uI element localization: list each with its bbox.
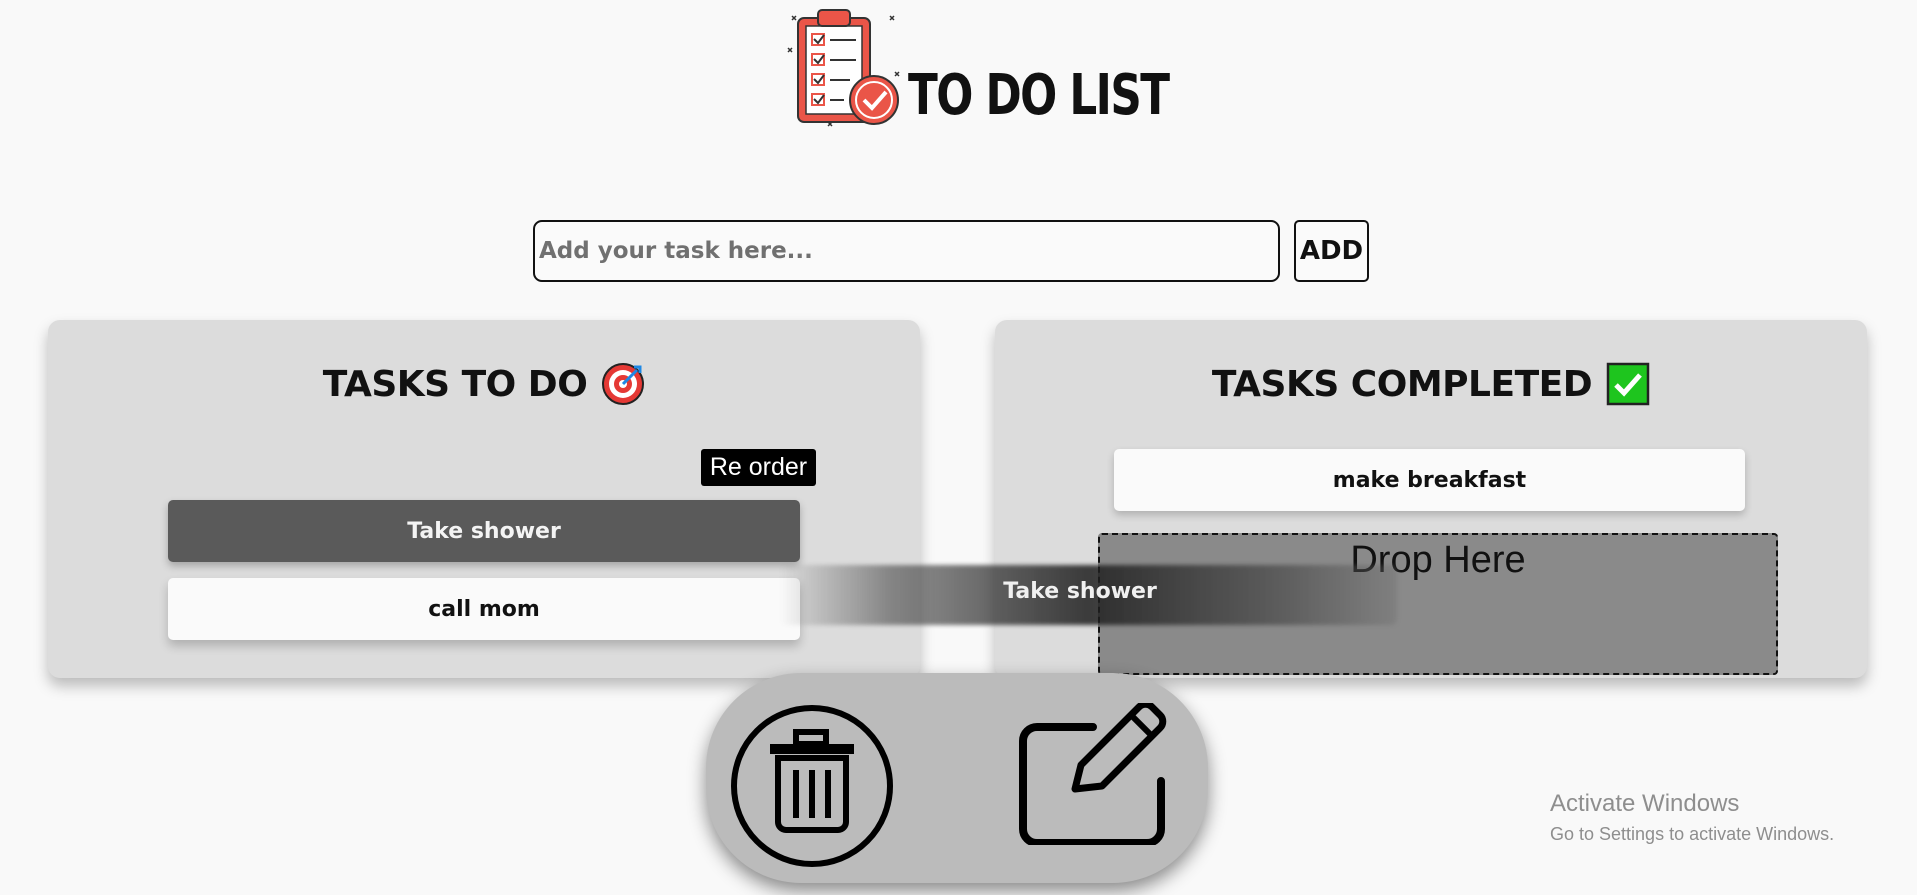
add-button[interactable]: ADD: [1294, 220, 1369, 282]
tasks-todo-title-text: TASKS TO DO: [322, 363, 588, 405]
activate-windows-title: Activate Windows: [1550, 790, 1740, 817]
tasks-todo-title: TASKS TO DO: [48, 362, 920, 406]
reorder-button[interactable]: Re order: [701, 449, 816, 486]
task-input[interactable]: [533, 220, 1280, 282]
tasks-completed-title-text: TASKS COMPLETED: [1211, 363, 1593, 405]
drag-ghost-label: Take shower: [1003, 579, 1157, 604]
edit-icon[interactable]: [1013, 703, 1175, 845]
app-title: TO DO LIST: [908, 63, 1170, 128]
activate-windows-subtitle: Go to Settings to activate Windows.: [1550, 824, 1835, 844]
target-icon: [602, 363, 645, 405]
task-item-call-mom[interactable]: call mom: [168, 578, 800, 640]
clipboard-checklist-icon: [787, 9, 900, 127]
check-mark-icon: [1606, 362, 1650, 406]
tasks-completed-title: TASKS COMPLETED: [995, 362, 1867, 406]
completed-item-make-breakfast[interactable]: make breakfast: [1114, 449, 1745, 511]
trash-icon[interactable]: [730, 704, 895, 869]
task-item-take-shower[interactable]: Take shower: [168, 500, 800, 562]
